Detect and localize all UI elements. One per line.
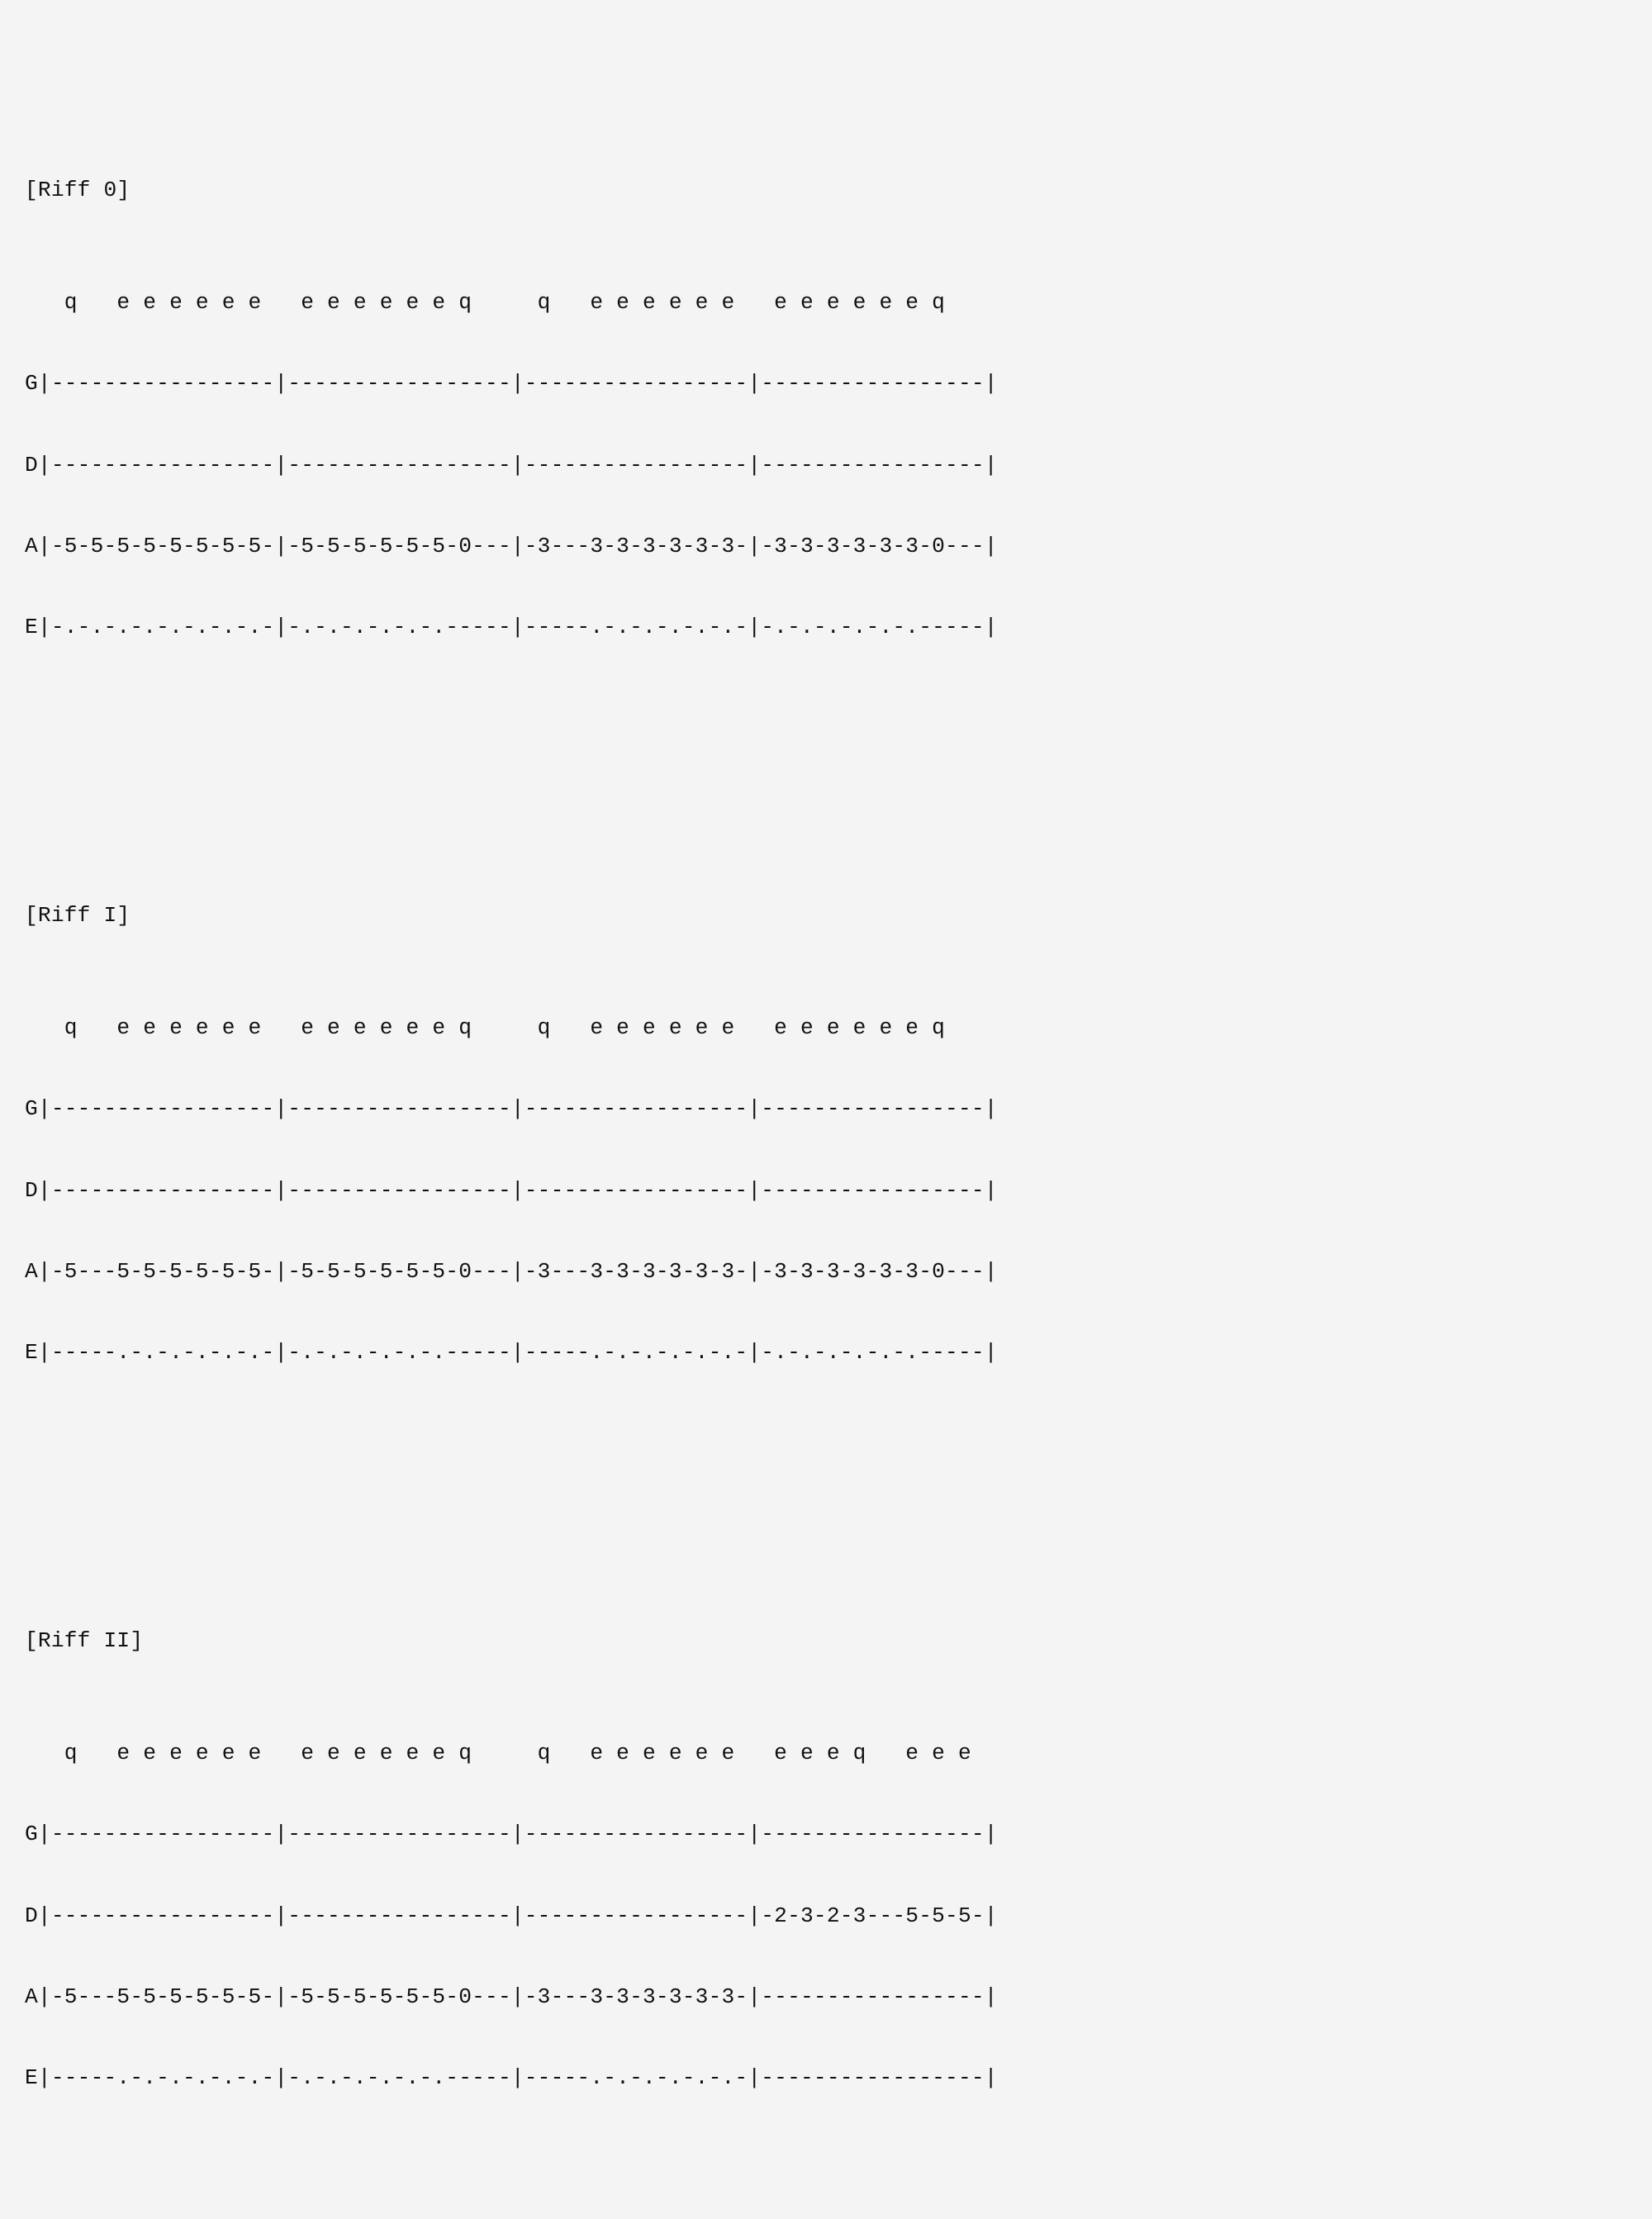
rhythm-line: q e e e e e e e e e e e e q q e e e e e …	[25, 1014, 1627, 1042]
string-d: D|-----------------|-----------------|--…	[25, 452, 1627, 479]
string-d: D|-----------------|-----------------|--…	[25, 1903, 1627, 1930]
rhythm-line: q e e e e e e e e e e e e q q e e e e e …	[25, 1740, 1627, 1767]
riff-block-2: [Riff II] q e e e e e e e e e e e e q q …	[25, 1573, 1627, 2145]
riff-block-0: [Riff 0] q e e e e e e e e e e e e q q e…	[25, 122, 1627, 695]
string-g: G|-----------------|-----------------|--…	[25, 1821, 1627, 1848]
string-e: E|-----.-.-.-.-.-.-|-.-.-.-.-.-.-----|--…	[25, 2065, 1627, 2092]
tab-document: [Riff 0] q e e e e e e e e e e e e q q e…	[0, 0, 1652, 2219]
string-g: G|-----------------|-----------------|--…	[25, 370, 1627, 397]
rhythm-line: q e e e e e e e e e e e e q q e e e e e …	[25, 289, 1627, 316]
string-a: A|-5-5-5-5-5-5-5-5-|-5-5-5-5-5-5-0---|-3…	[25, 533, 1627, 560]
riff-block-1: [Riff I] q e e e e e e e e e e e e q q e…	[25, 848, 1627, 1420]
string-a: A|-5---5-5-5-5-5-5-|-5-5-5-5-5-5-0---|-3…	[25, 1258, 1627, 1285]
riff-title: [Riff 0]	[25, 177, 1627, 204]
string-a: A|-5---5-5-5-5-5-5-|-5-5-5-5-5-5-0---|-3…	[25, 1984, 1627, 2011]
riff-title: [Riff II]	[25, 1627, 1627, 1655]
string-e: E|-.-.-.-.-.-.-.-.-|-.-.-.-.-.-.-----|--…	[25, 614, 1627, 641]
riff-title: [Riff I]	[25, 902, 1627, 929]
string-e: E|-----.-.-.-.-.-.-|-.-.-.-.-.-.-----|--…	[25, 1339, 1627, 1366]
string-d: D|-----------------|-----------------|--…	[25, 1177, 1627, 1205]
